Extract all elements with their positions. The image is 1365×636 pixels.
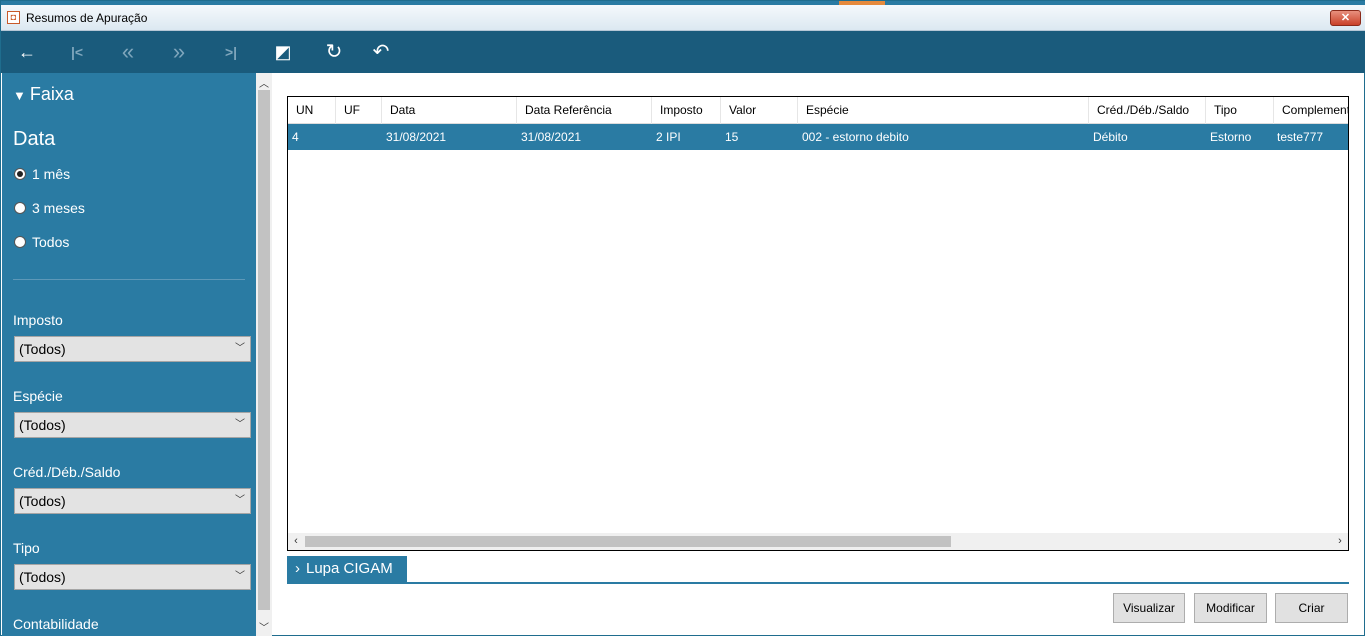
cell-un: 4 <box>292 130 299 144</box>
table-row[interactable]: 4 31/08/2021 31/08/2021 2 IPI 15 002 - e… <box>288 124 1348 150</box>
grid-header: UN UF Data Data Referência Imposto Valor… <box>288 97 1348 124</box>
app-icon: ◘ <box>7 11 20 24</box>
especie-label: Espécie <box>13 388 63 404</box>
radio-3-meses[interactable]: 3 meses <box>14 200 85 216</box>
title-bar: ◘ Resumos de Apuração ✕ <box>1 5 1365 31</box>
lupa-cigam-tab[interactable]: › Lupa CIGAM <box>287 556 407 583</box>
criar-button[interactable]: Criar <box>1275 593 1348 623</box>
cell-uf <box>336 124 340 150</box>
chart-icon[interactable]: ◩ <box>271 40 295 64</box>
cell-tipo: Estorno <box>1210 130 1252 144</box>
scrollbar-thumb[interactable] <box>258 90 270 610</box>
select-value: (Todos) <box>19 493 66 509</box>
cell-complemento: teste777 <box>1277 130 1324 144</box>
chevron-right-icon: › <box>295 560 300 577</box>
main-window: ◘ Resumos de Apuração ✕ ← |< « » >| ◩ ↻ … <box>0 0 1365 636</box>
grid-horizontal-scrollbar[interactable]: ‹ › <box>288 533 1348 550</box>
column-header[interactable]: Valor <box>721 97 798 124</box>
chevron-down-icon: ﹀ <box>235 343 245 354</box>
select-value: (Todos) <box>19 417 66 433</box>
especie-select[interactable]: (Todos) ﹀ <box>14 412 251 438</box>
column-header[interactable]: UF <box>336 97 382 124</box>
column-header[interactable]: Complemento <box>1274 97 1348 124</box>
lupa-divider <box>287 582 1349 584</box>
refresh-icon[interactable]: ↻ <box>322 40 346 64</box>
radio-label: Todos <box>32 234 70 250</box>
column-header[interactable]: Créd./Déb./Saldo <box>1089 97 1206 124</box>
cred-deb-saldo-select[interactable]: (Todos) ﹀ <box>14 488 251 514</box>
scroll-down-icon[interactable]: ﹀ <box>256 619 272 634</box>
column-header[interactable]: Espécie <box>798 97 1089 124</box>
close-button[interactable]: ✕ <box>1330 10 1361 26</box>
column-header[interactable]: UN <box>288 97 336 124</box>
modificar-button[interactable]: Modificar <box>1194 593 1267 623</box>
results-grid: UN UF Data Data Referência Imposto Valor… <box>287 96 1349 551</box>
cell-imposto: 2 IPI <box>656 130 681 144</box>
cell-data: 31/08/2021 <box>386 130 447 144</box>
window-title: Resumos de Apuração <box>26 11 148 25</box>
imposto-select[interactable]: (Todos) ﹀ <box>14 336 251 362</box>
cell-cred-deb-saldo: Débito <box>1093 130 1128 144</box>
visualizar-button[interactable]: Visualizar <box>1113 593 1185 623</box>
next-record-icon[interactable]: » <box>167 40 191 64</box>
cell-especie: 002 - estorno debito <box>802 130 909 144</box>
select-value: (Todos) <box>19 341 66 357</box>
radio-unchecked-icon <box>14 236 26 248</box>
faixa-section-header[interactable]: ▼ Faixa <box>13 84 74 105</box>
collapse-triangle-icon: ▼ <box>13 88 26 103</box>
scroll-right-icon[interactable]: › <box>1332 533 1348 550</box>
column-header[interactable]: Imposto <box>652 97 721 124</box>
column-header[interactable]: Data <box>382 97 517 124</box>
radio-label: 3 meses <box>32 200 85 216</box>
data-heading: Data <box>13 128 56 150</box>
tipo-select[interactable]: (Todos) ﹀ <box>14 564 251 590</box>
filter-sidebar: ▼ Faixa Data 1 mês 3 meses Todos Imposto … <box>2 73 256 636</box>
radio-label: 1 mês <box>32 166 71 182</box>
select-value: (Todos) <box>19 569 66 585</box>
cell-valor: 15 <box>725 130 739 144</box>
scrollbar-thumb[interactable] <box>305 536 951 547</box>
column-header[interactable]: Tipo <box>1206 97 1274 124</box>
imposto-label: Imposto <box>13 312 63 328</box>
undo-icon[interactable]: ↶ <box>369 40 393 64</box>
tipo-label: Tipo <box>13 540 40 556</box>
chevron-down-icon: ﹀ <box>235 571 245 582</box>
cell-data-referencia: 31/08/2021 <box>521 130 582 144</box>
first-record-icon[interactable]: |< <box>65 40 89 64</box>
chevron-down-icon: ﹀ <box>235 495 245 506</box>
radio-checked-icon <box>14 168 26 180</box>
previous-record-icon[interactable]: « <box>116 40 140 64</box>
lupa-cigam-label: Lupa CIGAM <box>306 560 393 577</box>
column-header[interactable]: Data Referência <box>517 97 652 124</box>
toolbar: ← |< « » >| ◩ ↻ ↶ <box>1 31 1365 73</box>
contabilidade-label: Contabilidade <box>13 616 99 632</box>
radio-1-mes[interactable]: 1 mês <box>14 166 70 182</box>
divider <box>13 279 245 280</box>
radio-todos[interactable]: Todos <box>14 234 69 250</box>
scroll-left-icon[interactable]: ‹ <box>288 533 304 550</box>
faixa-label: Faixa <box>29 84 74 104</box>
last-record-icon[interactable]: >| <box>219 40 243 64</box>
chevron-down-icon: ﹀ <box>235 419 245 430</box>
back-arrow-icon[interactable]: ← <box>15 40 39 64</box>
cred-deb-saldo-label: Créd./Déb./Saldo <box>13 464 121 480</box>
sidebar-scrollbar[interactable]: ︿ ﹀ <box>256 73 272 636</box>
scroll-up-icon[interactable]: ︿ <box>256 75 272 90</box>
radio-unchecked-icon <box>14 202 26 214</box>
